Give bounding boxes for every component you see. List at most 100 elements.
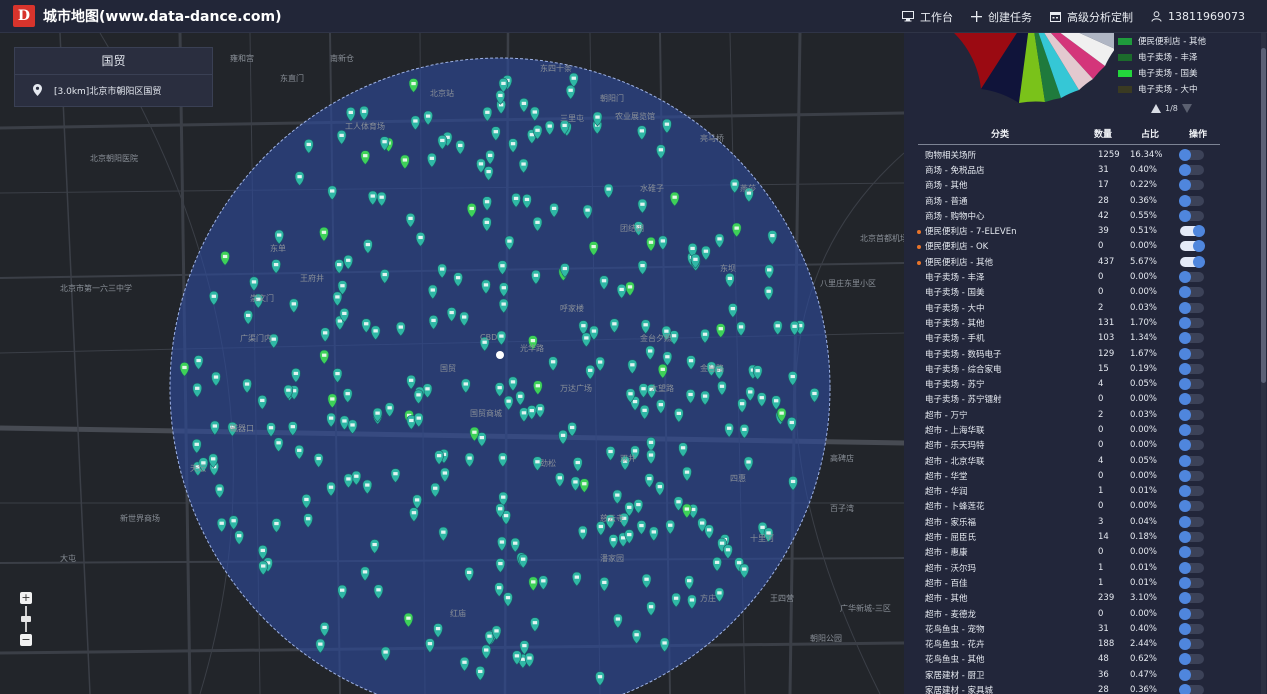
category-toggle[interactable] (1179, 500, 1204, 513)
table-row: 花鸟鱼虫 - 花卉 188 2.44% (918, 637, 1220, 652)
row-category-label: 电子卖场 - 综合家电 (925, 364, 1002, 375)
legend-swatch (1118, 69, 1132, 77)
zoom-slider-handle[interactable] (21, 616, 31, 622)
app-title: 城市地图(www.data-dance.com) (43, 9, 282, 25)
category-toggle[interactable] (1179, 393, 1204, 406)
table-row: 超市 - 华润 1 0.01% (918, 484, 1220, 499)
category-toggle[interactable] (1179, 378, 1204, 391)
row-category-label: 花鸟鱼虫 - 其他 (925, 655, 985, 666)
category-toggle[interactable] (1179, 163, 1204, 176)
category-toggle[interactable] (1180, 240, 1205, 253)
active-marker (917, 230, 921, 235)
row-category-label: 电子卖场 - 丰泽 (925, 273, 985, 284)
toggle-knob (1179, 194, 1191, 207)
zoom-control: + − (20, 592, 32, 646)
category-toggle[interactable] (1179, 561, 1204, 574)
row-operation (1176, 316, 1220, 329)
category-toggle[interactable] (1179, 684, 1204, 694)
toggle-knob (1179, 561, 1191, 574)
toggle-knob (1179, 531, 1191, 544)
district-location-item[interactable]: [3.0km]北京市朝阳区国贸 (15, 75, 212, 105)
toggle-knob (1179, 546, 1191, 559)
row-percent: 1.67% (1130, 348, 1158, 359)
row-percent: 2.44% (1130, 639, 1158, 650)
user-account-button[interactable]: 13811969073 (1151, 10, 1245, 23)
category-toggle[interactable] (1179, 179, 1204, 192)
map-place-label: 南新仓 (330, 54, 354, 63)
category-toggle[interactable] (1179, 454, 1204, 467)
zoom-slider[interactable] (21, 606, 31, 632)
category-toggle[interactable] (1179, 362, 1204, 375)
category-toggle[interactable] (1179, 194, 1204, 207)
category-toggle[interactable] (1179, 332, 1204, 345)
map-place-label: 八里庄东里小区 (820, 279, 876, 288)
category-toggle[interactable] (1179, 286, 1204, 299)
map-place-label: 东坝 (720, 264, 736, 273)
map-place-label: 呼家楼 (560, 304, 584, 313)
city-map[interactable]: 北京站 朝阳门 东四十条 南新仓 工人体育场 三里屯 农业展览馆 亮马桥 燕莎 团结湖 呼家楼 金台夕… (0, 33, 904, 694)
row-percent: 0.62% (1130, 654, 1158, 665)
category-toggle[interactable] (1179, 316, 1204, 329)
row-percent: 0.03% (1130, 302, 1158, 313)
table-row: 超市 - 北京华联 4 0.05% (918, 453, 1220, 468)
category-toggle[interactable] (1180, 255, 1205, 268)
toggle-knob (1179, 271, 1191, 284)
row-category: 花鸟鱼虫 - 宠物 (918, 623, 1082, 635)
category-toggle[interactable] (1179, 271, 1204, 284)
category-toggle[interactable] (1179, 576, 1204, 589)
district-location-label: [3.0km]北京市朝阳区国贸 (54, 86, 162, 97)
page-up-icon[interactable] (1151, 104, 1161, 113)
zoom-out-button[interactable]: − (20, 634, 32, 646)
workbench-button[interactable]: 工作台 (902, 9, 953, 25)
toggle-knob (1179, 209, 1191, 222)
category-toggle[interactable] (1179, 423, 1204, 436)
sidebar-scrollbar[interactable] (1261, 33, 1266, 694)
row-category-label: 商场 - 普通 (925, 196, 968, 207)
category-toggle[interactable] (1179, 408, 1204, 421)
advanced-analysis-button[interactable]: 高级分析定制 (1050, 9, 1133, 25)
category-toggle[interactable] (1179, 209, 1204, 222)
row-operation (1176, 225, 1220, 238)
row-count: 2 (1098, 302, 1104, 313)
row-category: 商场 - 其他 (918, 179, 1082, 191)
create-task-button[interactable]: 创建任务 (971, 9, 1032, 25)
map-place-label: 金台夕照 (640, 334, 672, 343)
sidebar-scroll-thumb[interactable] (1261, 48, 1266, 383)
table-row: 电子卖场 - 苏宁 4 0.05% (918, 376, 1220, 391)
map-place-label: 国贸商城 (470, 409, 502, 418)
map-place-label: 东单 (270, 244, 286, 253)
category-toggle[interactable] (1180, 225, 1205, 238)
category-toggle[interactable] (1179, 515, 1204, 528)
row-count: 42 (1098, 210, 1109, 221)
table-row: 超市 - 乐天玛特 0 0.00% (918, 438, 1220, 453)
legend-item[interactable]: 便民便利店 - 其他 (1118, 33, 1206, 49)
row-operation (1176, 347, 1220, 360)
row-operation (1176, 668, 1220, 681)
category-toggle[interactable] (1179, 485, 1204, 498)
category-toggle[interactable] (1179, 653, 1204, 666)
category-toggle[interactable] (1179, 668, 1204, 681)
legend-item[interactable]: 电子卖场 - 丰泽 (1118, 49, 1206, 65)
row-count: 31 (1098, 164, 1109, 175)
zoom-in-button[interactable]: + (20, 592, 32, 604)
category-toggle[interactable] (1179, 531, 1204, 544)
category-toggle[interactable] (1179, 622, 1204, 635)
legend-item[interactable]: 电子卖场 - 国美 (1118, 65, 1206, 81)
category-toggle[interactable] (1179, 592, 1204, 605)
category-toggle[interactable] (1179, 546, 1204, 559)
row-category: 超市 - 万宁 (918, 409, 1082, 421)
row-category-label: 超市 - 华润 (925, 487, 968, 498)
row-category-label: 电子卖场 - 大中 (925, 303, 985, 314)
category-toggle[interactable] (1179, 347, 1204, 360)
category-toggle[interactable] (1179, 148, 1204, 161)
legend-item[interactable]: 电子卖场 - 大中 (1118, 81, 1206, 97)
category-toggle[interactable] (1179, 638, 1204, 651)
category-toggle[interactable] (1179, 439, 1204, 452)
row-operation (1176, 271, 1220, 284)
category-toggle[interactable] (1179, 301, 1204, 314)
category-toggle[interactable] (1179, 469, 1204, 482)
map-place-label: 国贸 (440, 364, 456, 373)
page-down-icon[interactable] (1181, 104, 1192, 113)
category-toggle[interactable] (1179, 607, 1204, 620)
row-count: 2 (1098, 409, 1104, 420)
